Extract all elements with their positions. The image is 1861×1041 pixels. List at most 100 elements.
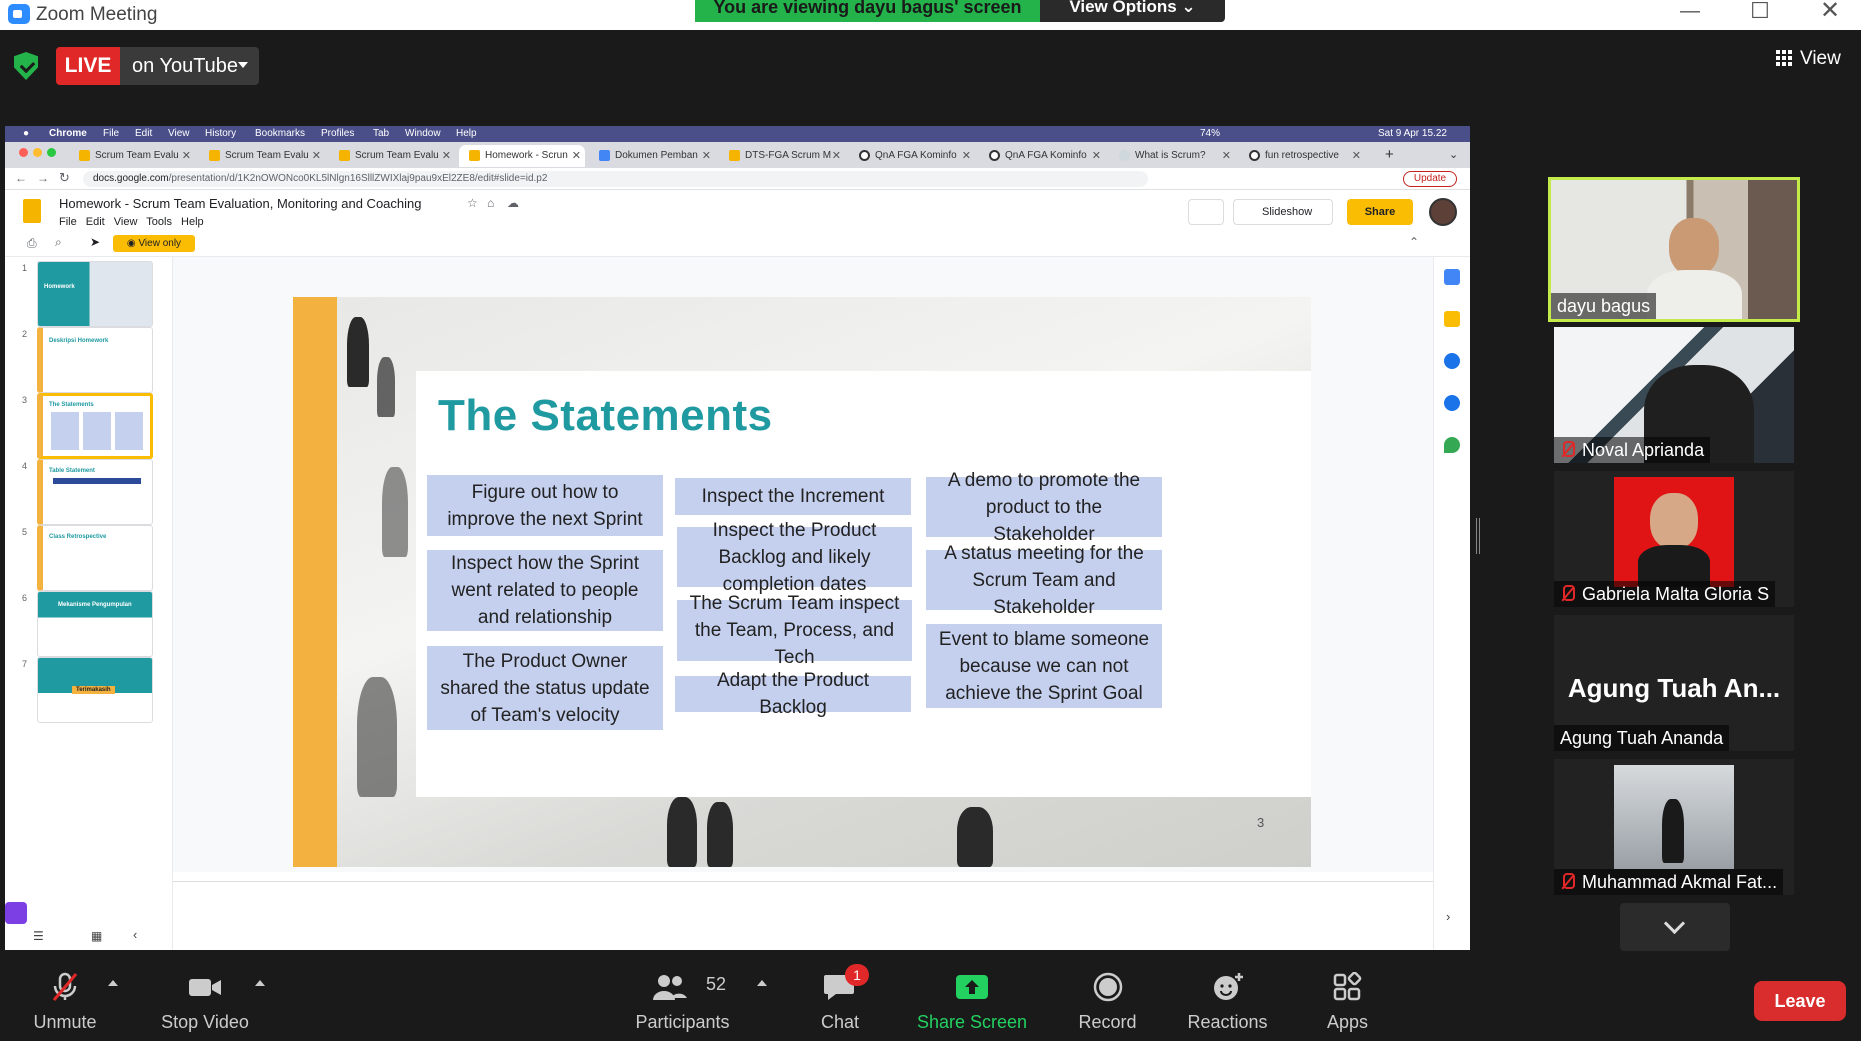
participant-tile-active-speaker[interactable]: dayu bagus bbox=[1548, 177, 1800, 322]
menu-item[interactable]: Window bbox=[405, 128, 441, 139]
menu-item[interactable]: View bbox=[168, 128, 190, 139]
slide-thumbnail[interactable]: Mekanisme Pengumpulan bbox=[37, 591, 153, 657]
record-button[interactable]: Record bbox=[1065, 960, 1150, 1041]
share-button[interactable]: Share bbox=[1347, 199, 1413, 225]
apps-button[interactable]: Apps bbox=[1310, 960, 1385, 1041]
participant-tile[interactable]: Agung Tuah An... Agung Tuah Ananda bbox=[1554, 615, 1794, 751]
contacts-icon[interactable] bbox=[1444, 395, 1460, 411]
close-tab-icon[interactable]: ✕ bbox=[312, 149, 321, 162]
grid-view-icon[interactable]: ▦ bbox=[91, 929, 102, 943]
print-icon[interactable]: ⎙ bbox=[27, 236, 37, 251]
slide-thumbnail[interactable]: Deskripsi Homework bbox=[37, 327, 153, 393]
browser-tab[interactable]: fun retrospective ✕ bbox=[1239, 145, 1365, 167]
browser-tab[interactable]: Scrum Team Evalu ✕ bbox=[199, 145, 325, 167]
slide-thumbnail[interactable]: Table Statement bbox=[37, 459, 153, 525]
menu-item[interactable]: Bookmarks bbox=[255, 128, 305, 139]
maps-icon[interactable] bbox=[1444, 437, 1460, 453]
shield-icon[interactable] bbox=[14, 52, 38, 80]
scroll-participants-button[interactable] bbox=[1620, 903, 1730, 951]
split-resize-handle[interactable] bbox=[1476, 518, 1480, 554]
browser-tab[interactable]: DTS-FGA Scrum M ✕ bbox=[719, 145, 845, 167]
menu-item[interactable]: File bbox=[103, 128, 119, 139]
close-tab-icon[interactable]: ✕ bbox=[572, 149, 581, 162]
menu-item[interactable]: Tab bbox=[373, 128, 389, 139]
new-tab-icon[interactable]: + bbox=[1385, 146, 1394, 163]
participant-tile[interactable]: Gabriela Malta Gloria S bbox=[1554, 471, 1794, 607]
cloud-icon[interactable]: ☁ bbox=[507, 196, 519, 210]
reactions-button[interactable]: Reactions bbox=[1180, 960, 1275, 1041]
document-title[interactable]: Homework - Scrum Team Evaluation, Monito… bbox=[59, 196, 421, 211]
present-options-button[interactable] bbox=[1188, 199, 1224, 225]
speaker-notes-divider[interactable] bbox=[173, 881, 1433, 882]
close-tab-icon[interactable]: ✕ bbox=[962, 149, 971, 162]
tasks-icon[interactable] bbox=[1444, 353, 1460, 369]
reload-icon[interactable]: ↻ bbox=[59, 170, 70, 186]
participants-options-caret-icon[interactable] bbox=[757, 980, 767, 986]
close-window-icon[interactable] bbox=[19, 148, 28, 157]
collapse-toolbar-icon[interactable]: ⌃ bbox=[1409, 235, 1419, 249]
zoom-window-icon[interactable] bbox=[47, 148, 56, 157]
browser-tab-active[interactable]: Homework - Scrun ✕ bbox=[459, 145, 585, 167]
stop-video-button[interactable]: Stop Video bbox=[150, 960, 260, 1041]
meet-icon[interactable] bbox=[5, 902, 27, 924]
view-only-badge[interactable]: ◉ View only bbox=[113, 235, 195, 252]
keep-icon[interactable] bbox=[1444, 311, 1460, 327]
browser-tab[interactable]: Scrum Team Evalu ✕ bbox=[69, 145, 195, 167]
close-tab-icon[interactable]: ✕ bbox=[1092, 149, 1101, 162]
participants-button[interactable]: 52 Participants bbox=[630, 960, 735, 1041]
close-button[interactable]: ✕ bbox=[1800, 0, 1860, 30]
view-layout-button[interactable]: View bbox=[1776, 48, 1841, 70]
select-cursor-icon[interactable]: ➤ bbox=[90, 235, 100, 249]
caret-down-icon[interactable] bbox=[238, 62, 248, 68]
menu-item[interactable]: History bbox=[205, 128, 236, 139]
collapse-panel-icon[interactable]: ‹ bbox=[133, 927, 137, 942]
leave-button[interactable]: Leave bbox=[1754, 981, 1846, 1021]
unmute-button[interactable]: Unmute bbox=[20, 960, 110, 1041]
view-options-button[interactable]: View Options ⌄ bbox=[1040, 0, 1225, 22]
minimize-button[interactable]: — bbox=[1660, 0, 1720, 30]
browser-tab[interactable]: QnA FGA Kominfo ✕ bbox=[979, 145, 1105, 167]
menu-app-name[interactable]: Chrome bbox=[49, 128, 87, 139]
close-tab-icon[interactable]: ✕ bbox=[1222, 149, 1231, 162]
menu-item[interactable]: Help bbox=[456, 128, 477, 139]
expand-panel-icon[interactable]: › bbox=[1446, 909, 1450, 924]
share-screen-button[interactable]: Share Screen bbox=[912, 960, 1032, 1041]
close-tab-icon[interactable]: ✕ bbox=[442, 149, 451, 162]
google-slides-icon[interactable] bbox=[23, 199, 41, 223]
browser-tab[interactable]: Dokumen Pemban ✕ bbox=[589, 145, 715, 167]
document-menu[interactable]: File Edit View Tools Help bbox=[59, 216, 204, 228]
back-icon[interactable]: ← bbox=[15, 171, 27, 185]
close-tab-icon[interactable]: ✕ bbox=[702, 149, 711, 162]
avatar[interactable] bbox=[1429, 198, 1457, 226]
participant-tile[interactable]: Noval Aprianda bbox=[1554, 327, 1794, 463]
close-tab-icon[interactable]: ✕ bbox=[1352, 149, 1361, 162]
close-tab-icon[interactable]: ✕ bbox=[182, 149, 191, 162]
menu-item[interactable]: Profiles bbox=[321, 128, 354, 139]
list-view-icon[interactable]: ☰ bbox=[33, 929, 44, 943]
calendar-icon[interactable] bbox=[1444, 269, 1460, 285]
browser-tab[interactable]: Scrum Team Evalu ✕ bbox=[329, 145, 455, 167]
menu-item[interactable]: Edit bbox=[135, 128, 152, 139]
browser-update-button[interactable]: Update bbox=[1403, 171, 1457, 187]
slide-thumbnail[interactable]: Class Retrospective bbox=[37, 525, 153, 591]
slide-thumbnail[interactable]: Homework bbox=[37, 261, 153, 327]
audio-options-caret-icon[interactable] bbox=[108, 980, 118, 986]
slideshow-button[interactable]: Slideshow bbox=[1233, 199, 1333, 225]
slide-thumbnail-selected[interactable]: The Statements bbox=[37, 393, 153, 459]
maximize-button[interactable]: ☐ bbox=[1730, 0, 1790, 30]
slide-thumbnail[interactable]: Terimakasih bbox=[37, 657, 153, 723]
browser-tab[interactable]: What is Scrum? ✕ bbox=[1109, 145, 1235, 167]
move-icon[interactable]: ⌂ bbox=[487, 196, 494, 210]
browser-tab[interactable]: QnA FGA Kominfo ✕ bbox=[849, 145, 975, 167]
forward-icon[interactable]: → bbox=[37, 171, 49, 185]
globe-favicon-icon bbox=[859, 150, 870, 161]
video-options-caret-icon[interactable] bbox=[255, 980, 265, 986]
participant-tile[interactable]: Muhammad Akmal Fat... bbox=[1554, 759, 1794, 895]
star-icon[interactable]: ☆ bbox=[467, 196, 478, 210]
close-tab-icon[interactable]: ✕ bbox=[832, 149, 841, 162]
tab-search-icon[interactable]: ⌄ bbox=[1449, 148, 1458, 161]
minimize-window-icon[interactable] bbox=[33, 148, 42, 157]
slide-page-number: 3 bbox=[1257, 815, 1265, 830]
zoom-icon[interactable]: ⌕ bbox=[55, 235, 62, 250]
url-input[interactable]: docs.google.com/presentation/d/1K2nOWONc… bbox=[83, 171, 1148, 187]
